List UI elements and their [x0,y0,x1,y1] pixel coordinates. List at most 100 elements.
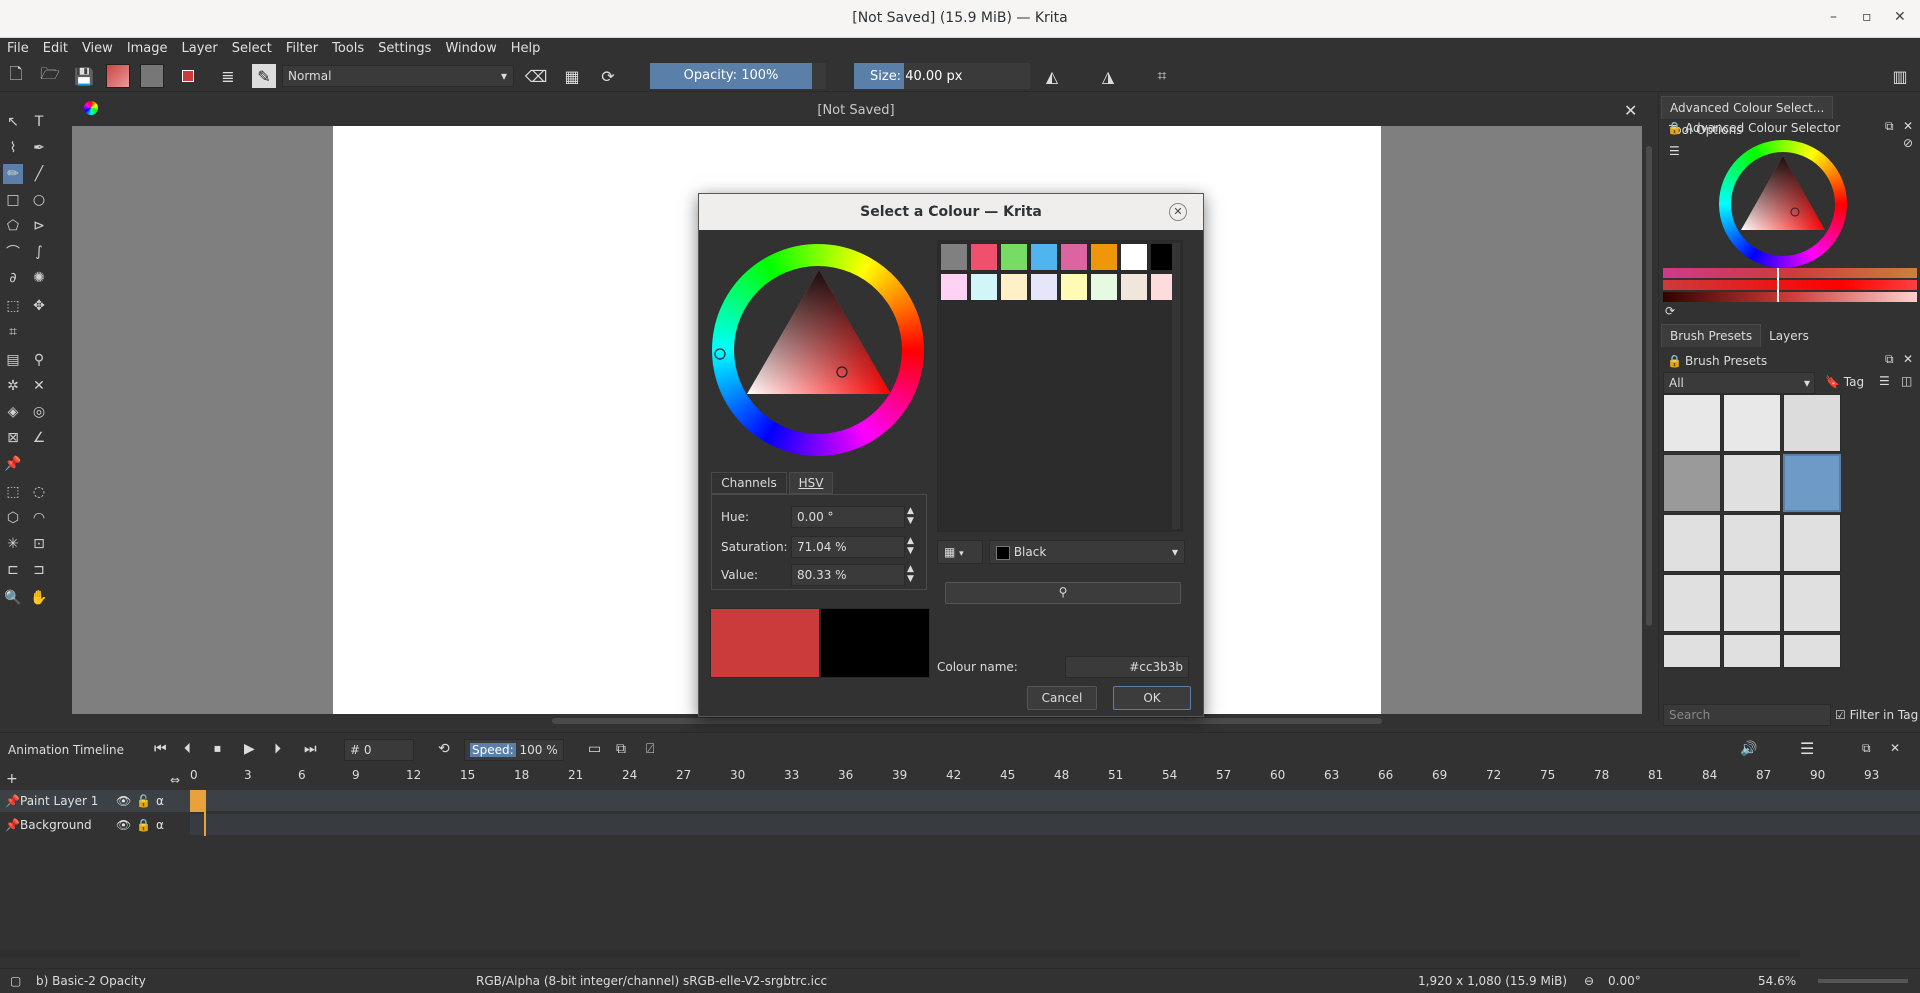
select-shape-icon[interactable]: ↖ [3,112,23,132]
palette-swatch[interactable] [1060,243,1088,271]
menu-edit[interactable]: Edit [36,38,75,59]
next-frame-icon[interactable]: ⏵ [274,741,281,757]
value-input[interactable]: 80.33 % [791,564,905,586]
menu-tools[interactable]: Tools [325,38,371,59]
menu-filter[interactable]: Filter [279,38,325,59]
preset-filter-select[interactable]: All ▾ [1663,372,1815,394]
colour-space[interactable]: RGB/Alpha (8-bit integer/channel) sRGB-e… [476,974,827,988]
tab-hsv[interactable]: HSV [789,472,833,494]
palette-swatch[interactable] [970,243,998,271]
size-slider-label[interactable]: Size: 40.00 px [870,69,963,84]
magnetic-select-icon[interactable]: ⊐ [29,560,49,580]
alpha-icon[interactable]: α [156,794,164,808]
close-timeline-icon[interactable]: ✕ [1890,741,1900,755]
brush-preset-icon[interactable]: ✎ [252,64,276,88]
brush-settings-icon[interactable]: ≣ [216,64,240,88]
tab-layers[interactable]: Layers [1761,325,1817,347]
menu-view[interactable]: View [75,38,120,59]
minimize-icon[interactable]: – [1830,9,1837,25]
maximize-icon[interactable]: ▫ [1862,9,1872,25]
onion-skin-icon[interactable]: ⧉ [616,741,626,757]
first-frame-icon[interactable]: ⏮ [154,741,167,757]
close-presets-icon[interactable]: ✕ [1903,352,1913,366]
last-frame-icon[interactable]: ⏭ [304,741,317,757]
tab-advanced-colour-selector[interactable]: Advanced Colour Select... [1661,96,1834,119]
frame-view-icon[interactable]: ▭ [588,741,601,757]
preset-pencil-2[interactable] [1723,514,1781,572]
preset-eraser-soft[interactable] [1723,394,1781,452]
speed-input[interactable]: Speed: 100 % [464,739,564,761]
saturation-input[interactable]: 71.04 % [791,536,905,558]
menu-file[interactable]: File [0,38,36,59]
frame-input[interactable]: # 0 [344,739,414,761]
rectangle-tool-icon[interactable]: □ [3,190,23,210]
current-brush[interactable]: b) Basic-2 Opacity [36,974,146,988]
timeline-scrollbar[interactable] [0,950,1800,958]
presets-lock-icon[interactable]: 🔒 [1667,354,1682,368]
polygon-tool-icon[interactable]: ⬠ [3,216,23,236]
edit-shape-icon[interactable]: ⌇ [3,138,23,158]
hue-bar[interactable] [1663,268,1917,278]
float-timeline-icon[interactable]: ⧉ [1862,741,1871,756]
stop-icon[interactable]: ⏹ [214,741,221,757]
fill-tool-icon[interactable]: ◈ [3,402,23,422]
lock-icon[interactable]: 🔓 [136,794,151,808]
dialog-close-icon[interactable]: ✕ [1169,203,1187,221]
timeline-layer-paint[interactable]: 📌 Paint Layer 1 👁 🔓 α [0,790,190,812]
eye-icon[interactable]: 👁 [116,818,131,832]
outline-select-icon[interactable]: ◠ [29,508,49,528]
menu-help[interactable]: Help [504,38,548,59]
fg-bg-colour-icon[interactable] [176,64,200,88]
measure-tool-icon[interactable]: ∠ [29,428,49,448]
float-docker-icon[interactable]: ⧉ [1885,119,1894,134]
assistant-tool-icon[interactable]: ✕ [29,376,49,396]
new-document-icon[interactable]: 🗋 [4,64,28,88]
palette-swatch[interactable] [1090,273,1118,301]
rotation-value[interactable]: 0.00° [1608,974,1641,988]
saturation-bar[interactable] [1663,280,1917,290]
transform-tool-icon[interactable]: ⬚ [3,296,23,316]
similar-select-icon[interactable]: ⊡ [29,534,49,554]
zoom-tool-icon[interactable]: 🔍 [3,588,23,608]
preset-view-icon[interactable]: ☰ [1879,374,1890,388]
reference-tool-icon[interactable]: ⊠ [3,428,23,448]
smart-patch-icon[interactable]: ✲ [3,376,23,396]
alpha-icon[interactable]: α [156,818,164,832]
palette-swatch[interactable] [970,273,998,301]
pattern-picker-icon[interactable] [140,64,164,88]
zoom-slider[interactable] [1818,979,1908,983]
dock-layout-icon[interactable]: ▥ [1888,64,1912,88]
mirror-horizontal-icon[interactable]: ◭ [1040,64,1064,88]
close-icon[interactable]: ✕ [1894,9,1906,25]
eraser-icon[interactable]: ⌫ [524,64,548,88]
preset-brush-2[interactable] [1723,574,1781,632]
palette-swatch[interactable] [1030,243,1058,271]
hue-stepper-icon[interactable]: ▲ ▼ [907,506,914,526]
eye-icon[interactable]: 👁 [116,794,131,808]
palette-swatch[interactable] [1060,273,1088,301]
freehand-brush-icon[interactable]: ✏ [3,164,23,184]
saturation-stepper-icon[interactable]: ▲ ▼ [907,536,914,556]
menu-select[interactable]: Select [225,38,279,59]
colour-triangle[interactable] [712,244,924,456]
reload-preset-icon[interactable]: ⟳ [596,64,620,88]
lock-icon[interactable]: 🔒 [136,818,151,832]
wraparound-icon[interactable]: ⌗ [1150,64,1174,88]
reset-icon[interactable]: ⊘ [1903,136,1913,150]
colour-wheel[interactable] [712,244,924,456]
cancel-button[interactable]: Cancel [1027,686,1097,710]
preset-eraser[interactable] [1663,394,1721,452]
audio-icon[interactable]: 🔊 [1740,741,1757,757]
paint-layer-frames[interactable] [190,790,1920,812]
colour-name-input[interactable]: #cc3b3b [1065,656,1189,678]
selector-settings-icon[interactable]: ☰ [1669,144,1680,158]
multibrush-icon[interactable]: ✺ [29,268,49,288]
add-layer-icon[interactable]: + [6,771,18,787]
preset-pen-2[interactable] [1723,634,1781,668]
eyedropper-button[interactable]: ⚲ [945,582,1181,604]
pin-icon[interactable]: 📌 [3,454,23,474]
blend-mode-select[interactable]: Normal ▾ [282,65,514,87]
float-presets-icon[interactable]: ⧉ [1885,352,1894,367]
preset-pencil-1[interactable] [1663,514,1721,572]
pan-tool-icon[interactable]: ✋ [29,588,49,608]
